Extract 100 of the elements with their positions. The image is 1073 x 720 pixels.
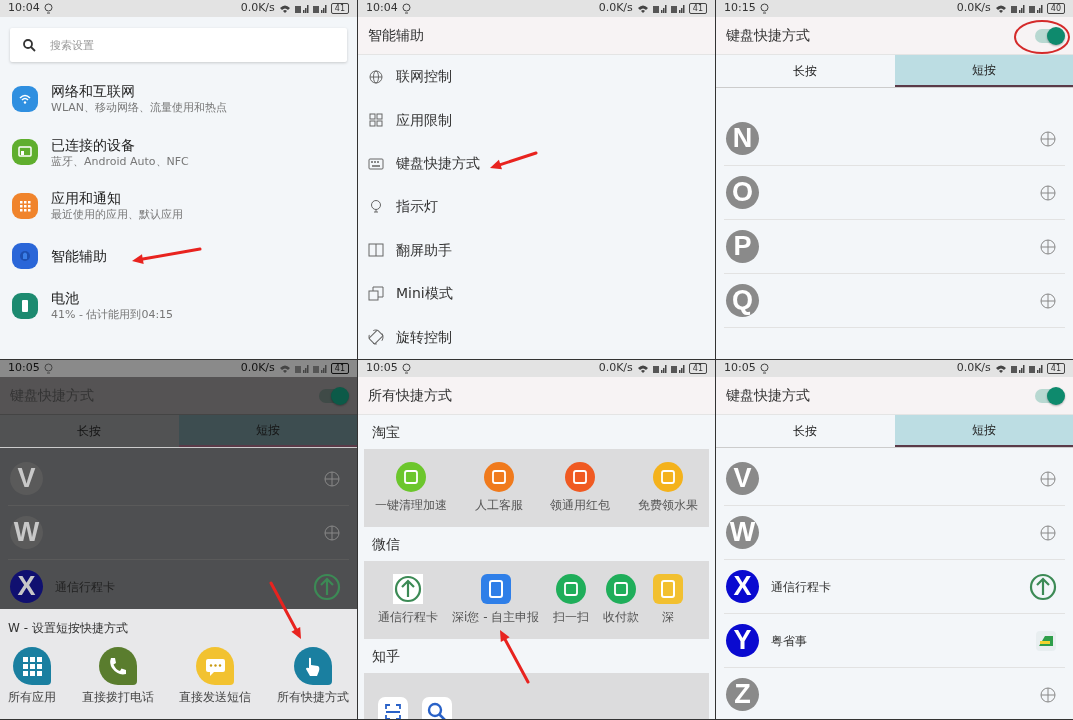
signal-icon [1010, 363, 1025, 374]
wifi-icon [278, 3, 291, 14]
add-icon [1039, 129, 1057, 148]
search-field[interactable]: 搜索设置 [10, 28, 347, 62]
window-icon [368, 285, 384, 302]
status-time: 10:05 [366, 360, 398, 377]
app-name: 通信行程卡 [771, 578, 831, 596]
index-letter: Z [726, 678, 759, 711]
index-letter: V [10, 462, 43, 495]
battery-indicator: 40 [1046, 3, 1065, 14]
setting-title[interactable]: 网络和互联网 [51, 82, 227, 101]
menu-item[interactable]: 指示灯 [396, 196, 438, 218]
shortcut-option[interactable]: 所有快捷方式 [276, 647, 349, 706]
menu-item[interactable]: 键盘快捷方式 [396, 153, 480, 175]
arrow-up-icon [393, 574, 423, 604]
signal-icon [670, 363, 685, 374]
shortcut-item[interactable]: 人工客服 [474, 462, 523, 514]
network-speed: 0.0K/s [598, 360, 633, 377]
rotate-icon [368, 329, 384, 346]
menu-item[interactable]: 翻屏助手 [396, 239, 452, 261]
setting-title[interactable]: 已连接的设备 [51, 135, 189, 154]
arrow-up-icon [1029, 572, 1057, 601]
keyboard-icon [368, 155, 384, 172]
page-title: 键盘快捷方式 [726, 26, 810, 45]
search-icon[interactable] [422, 697, 452, 719]
shortcut-item[interactable]: 免费领水果 [638, 462, 699, 514]
shortcut-option[interactable]: 所有应用 [8, 647, 56, 706]
menu-item[interactable]: 旋转控制 [396, 326, 452, 348]
signal-icon [312, 363, 327, 374]
page-title: 所有快捷方式 [368, 386, 452, 405]
network-speed: 0.0K/s [956, 360, 991, 377]
signal-icon [312, 3, 327, 14]
setting-title[interactable]: 电池 [51, 288, 174, 307]
index-letter: X [726, 570, 759, 603]
toggle-switch[interactable] [1035, 28, 1063, 43]
shortcut-item[interactable]: 领通用红包 [550, 462, 611, 514]
battery-indicator: 41 [1046, 363, 1065, 374]
signal-icon [1028, 363, 1043, 374]
signal-icon [1010, 3, 1025, 14]
network-speed: 0.0K/s [956, 0, 991, 17]
battery-indicator: 41 [330, 363, 349, 374]
section-title: 知乎 [371, 647, 401, 666]
bulb-icon [368, 198, 384, 215]
shortcut-item[interactable]: 一键清理加速 [374, 462, 447, 514]
setting-title[interactable]: 应用和通知 [51, 189, 183, 208]
bulb-icon [43, 362, 53, 375]
add-icon [1039, 523, 1057, 542]
bulb-icon [759, 2, 769, 15]
toggle-switch[interactable] [319, 388, 347, 403]
signal-icon [294, 363, 309, 374]
wifi-icon [636, 3, 649, 14]
signal-icon [652, 3, 667, 14]
add-icon [1039, 291, 1057, 310]
split-screen-icon [368, 242, 384, 259]
network-speed: 0.0K/s [240, 360, 275, 377]
bulb-icon [401, 2, 411, 15]
index-letter: P [726, 230, 759, 263]
add-icon [323, 469, 341, 488]
shortcut-item[interactable]: 收付款 [603, 574, 640, 626]
scan-icon[interactable] [378, 697, 408, 719]
bulb-icon [401, 362, 411, 375]
status-time: 10:05 [8, 360, 40, 377]
status-time: 10:04 [8, 0, 40, 17]
index-letter: O [726, 176, 759, 209]
shortcut-item[interactable]: 通信行程卡 [378, 574, 438, 626]
shortcut-option[interactable]: 直接发送短信 [179, 647, 252, 706]
app-icon [1035, 629, 1057, 652]
wifi-icon [278, 363, 291, 374]
wifi-icon [994, 363, 1007, 374]
index-letter: Y [726, 624, 759, 657]
bulb-icon [759, 362, 769, 375]
tab[interactable]: 短按 [894, 55, 1073, 87]
tab[interactable]: 短按 [894, 415, 1073, 447]
setting-subtitle: 蓝牙、Android Auto、NFC [51, 153, 189, 170]
add-icon [1039, 183, 1057, 202]
add-icon [1039, 237, 1057, 256]
shortcut-item[interactable]: 扫一扫 [553, 574, 590, 626]
add-icon [323, 523, 341, 542]
signal-icon [670, 3, 685, 14]
toggle-switch[interactable] [1035, 388, 1063, 403]
wifi-icon [636, 363, 649, 374]
setting-subtitle: 最近使用的应用、默认应用 [51, 207, 183, 223]
bulb-icon [43, 2, 53, 15]
sheet-title: W - 设置短按快捷方式 [8, 620, 129, 637]
setting-title[interactable]: 智能辅助 [51, 246, 107, 265]
status-time: 10:04 [366, 0, 398, 17]
status-time: 10:05 [724, 360, 756, 377]
shortcut-item[interactable]: 深 [653, 574, 684, 626]
section-title: 淘宝 [371, 423, 401, 442]
shortcut-option[interactable]: 直接拨打电话 [81, 647, 154, 706]
battery-indicator: 41 [688, 363, 707, 374]
status-time: 10:15 [724, 0, 756, 17]
menu-item[interactable]: 联网控制 [396, 66, 452, 88]
menu-item[interactable]: Mini模式 [396, 283, 453, 305]
page-title: 智能辅助 [368, 26, 424, 45]
menu-item[interactable]: 应用限制 [396, 109, 452, 131]
index-letter: X [10, 570, 43, 603]
battery-indicator: 41 [330, 3, 349, 14]
network-speed: 0.0K/s [598, 0, 633, 17]
index-letter: V [726, 462, 759, 495]
